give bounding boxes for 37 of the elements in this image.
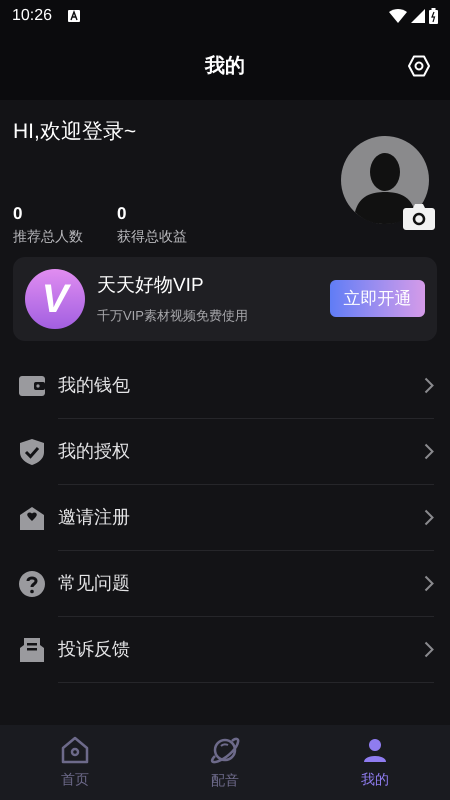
menu-label: 我的授权 [58,440,130,462]
status-time: 10:26 [12,6,52,26]
stat-label: 推荐总人数 [13,226,83,246]
vip-subtitle: 千万VIP素材视频免费使用 [97,307,249,325]
wifi-icon [389,9,407,23]
page-title: 我的 [205,54,245,79]
avatar-silhouette[interactable] [341,136,429,224]
chevron-right-icon [424,574,434,592]
chevron-right-icon [424,442,434,460]
menu-label: 投诉反馈 [58,638,130,660]
chevron-right-icon [424,508,434,526]
menu-label: 邀请注册 [58,506,130,528]
shield-check-icon [19,438,45,466]
vip-title: 天天好物VIP [97,274,205,298]
stat-value: 0 [117,204,128,224]
menu-item[interactable]: 投诉反馈 [0,616,450,682]
menu-item[interactable]: 邀请注册 [0,484,450,550]
greeting-text: HI,欢迎登录~ [13,119,138,145]
question-icon [18,570,46,598]
envelope-note-icon [18,636,46,664]
vip-logo: V [25,268,85,328]
menu-label: 我的钱包 [58,374,130,396]
tab[interactable]: 我的 [300,725,450,800]
menu-item[interactable]: 常见问题 [0,550,450,616]
signal-icon [411,9,425,23]
menu-label: 常见问题 [58,572,130,594]
battery-icon [429,8,438,24]
chevron-right-icon [424,376,434,394]
chevron-right-icon [424,640,434,658]
settings-button[interactable] [406,53,432,79]
menu-item[interactable]: 我的钱包 [0,352,450,418]
camera-icon[interactable] [403,202,435,230]
menu-item[interactable]: 我的授权 [0,418,450,484]
stat-label: 获得总收益 [117,226,187,246]
notification-icon [68,10,80,22]
home-icon [60,735,90,765]
stat-value: 0 [13,204,24,224]
